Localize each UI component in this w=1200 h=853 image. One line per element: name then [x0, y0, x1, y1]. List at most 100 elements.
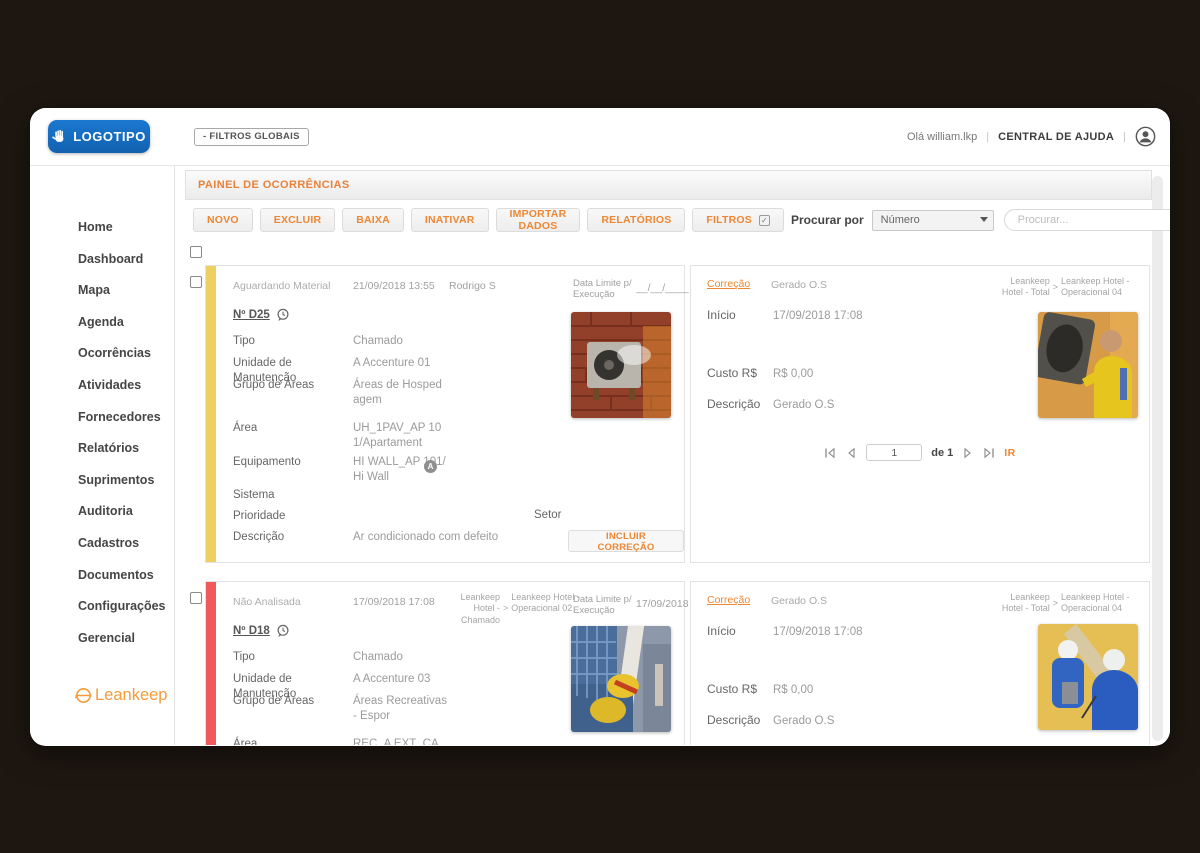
- occurrence-card-right: Correção Gerado O.S Leankeep Hotel - Tot…: [690, 581, 1150, 745]
- user-greeting: Olá william.lkp: [907, 131, 977, 143]
- occurrence-row: Não Analisada 17/09/2018 17:08 Leankeep …: [185, 581, 1152, 745]
- filtros-button[interactable]: FILTROS ✓: [692, 208, 784, 232]
- search-input[interactable]: [1004, 209, 1170, 231]
- breadcrumb-left: Leankeep Hotel - Total: [988, 592, 1050, 615]
- status-stripe-red: [206, 582, 216, 745]
- sidebar: Home Dashboard Mapa Agenda Ocorrências A…: [30, 166, 175, 745]
- custo-label: Custo R$: [707, 366, 773, 380]
- breadcrumb-left: Leankeep Hotel - Chamado: [446, 592, 500, 626]
- custo-value: R$ 0,00: [773, 684, 813, 696]
- breadcrumb-left: Leankeep Hotel - Total: [988, 276, 1050, 299]
- sidebar-item-configuracoes[interactable]: Configurações: [30, 591, 174, 623]
- panel-header: PAINEL DE OCORRÊNCIAS: [185, 170, 1152, 200]
- next-page-button[interactable]: [962, 447, 974, 459]
- panel-title: PAINEL DE OCORRÊNCIAS: [198, 179, 350, 191]
- inicio-value: 17/09/2018 17:08: [773, 310, 863, 322]
- leankeep-logo-icon: [74, 686, 93, 705]
- field-label: Descrição: [233, 530, 353, 545]
- descricao-label: Descrição: [707, 397, 773, 411]
- main-content: PAINEL DE OCORRÊNCIAS NOVO EXCLUIR BAIXA…: [175, 166, 1170, 745]
- field-value: A Accenture 03: [353, 672, 430, 687]
- field-label: Tipo: [233, 334, 353, 349]
- sidebar-item-mapa[interactable]: Mapa: [30, 275, 174, 307]
- relatorios-button[interactable]: RELATÓRIOS: [587, 208, 685, 232]
- go-button[interactable]: IR: [1004, 447, 1016, 459]
- user-avatar-icon[interactable]: [1135, 126, 1156, 147]
- global-filters-button[interactable]: - FILTROS GLOBAIS: [194, 128, 309, 146]
- app-logo[interactable]: LOGOTIPO: [48, 120, 150, 153]
- field-label: Tipo: [233, 650, 353, 665]
- correcao-link[interactable]: Correção: [707, 594, 750, 606]
- custo-value: R$ 0,00: [773, 368, 813, 380]
- filtros-button-label: FILTROS: [706, 214, 752, 226]
- deadline-label: Data Limite p/ Execução: [573, 278, 637, 301]
- occurrence-checkbox[interactable]: [190, 276, 202, 288]
- sidebar-item-documentos[interactable]: Documentos: [30, 560, 174, 592]
- correcao-link[interactable]: Correção: [707, 278, 750, 290]
- excluir-button[interactable]: EXCLUIR: [260, 208, 336, 232]
- setor-label: Setor: [534, 509, 562, 521]
- sidebar-item-cadastros[interactable]: Cadastros: [30, 528, 174, 560]
- topbar: LOGOTIPO - FILTROS GLOBAIS Olá william.l…: [30, 108, 1170, 166]
- field-value: Chamado: [353, 650, 403, 665]
- field-value: UH_1PAV_AP 101/Apartament: [353, 421, 448, 451]
- sidebar-item-ocorrencias[interactable]: Ocorrências: [30, 338, 174, 370]
- inicio-value: 17/09/2018 17:08: [773, 626, 863, 638]
- correction-status: Gerado O.S: [771, 279, 827, 291]
- occurrence-number-link[interactable]: Nº D18: [233, 625, 270, 637]
- scrollbar-track[interactable]: [1152, 176, 1163, 741]
- sidebar-item-fornecedores[interactable]: Fornecedores: [30, 402, 174, 434]
- correction-photo-workers: [1038, 624, 1138, 730]
- inativar-button[interactable]: INATIVAR: [411, 208, 489, 232]
- leankeep-brand[interactable]: Leankeep: [74, 686, 168, 705]
- breadcrumb-right: Leankeep Hotel - Operacional 04: [1061, 592, 1137, 615]
- baixa-button[interactable]: BAIXA: [342, 208, 404, 232]
- page-number-input[interactable]: [866, 444, 922, 461]
- occurrence-photo-plumber: [571, 626, 671, 732]
- last-page-button[interactable]: [983, 447, 995, 459]
- sidebar-item-suprimentos[interactable]: Suprimentos: [30, 465, 174, 497]
- occurrence-card-right: Correção Gerado O.S Leankeep Hotel - Tot…: [690, 265, 1150, 563]
- field-label: Grupo de Áreas: [233, 378, 353, 393]
- incluir-correcao-button[interactable]: INCLUIR CORREÇÃO: [568, 530, 684, 552]
- field-label: Área: [233, 737, 353, 745]
- breadcrumb-separator: >: [503, 603, 508, 614]
- search-field-select[interactable]: Número: [872, 210, 994, 231]
- sidebar-item-auditoria[interactable]: Auditoria: [30, 496, 174, 528]
- occurrence-number-link[interactable]: Nº D25: [233, 309, 270, 321]
- clock-icon: [276, 308, 290, 322]
- occurrence-card-left: Aguardando Material 21/09/2018 13:55 Rod…: [205, 265, 685, 563]
- sidebar-item-home[interactable]: Home: [30, 212, 174, 244]
- occurrence-checkbox[interactable]: [190, 592, 202, 604]
- novo-button[interactable]: NOVO: [193, 208, 253, 232]
- breadcrumb-right: Leankeep Hotel - Operacional 04: [1061, 276, 1137, 299]
- created-datetime: 21/09/2018 13:55: [353, 280, 435, 292]
- equipment-badge-icon: A: [424, 460, 437, 473]
- sidebar-item-atividades[interactable]: Atividades: [30, 370, 174, 402]
- field-value: A Accenture 01: [353, 356, 430, 371]
- occurrences-panel: PAINEL DE OCORRÊNCIAS NOVO EXCLUIR BAIXA…: [185, 170, 1152, 745]
- toolbar: NOVO EXCLUIR BAIXA INATIVAR IMPORTAR DAD…: [185, 208, 1152, 232]
- inicio-label: Início: [707, 624, 773, 638]
- status-text: Não Analisada: [233, 596, 301, 608]
- select-all-checkbox[interactable]: [190, 246, 202, 258]
- field-label: Área: [233, 421, 353, 436]
- assignee-name: Rodrigo S: [449, 280, 496, 292]
- sidebar-item-dashboard[interactable]: Dashboard: [30, 244, 174, 276]
- help-center-link[interactable]: CENTRAL DE AJUDA: [998, 131, 1114, 143]
- created-datetime: 17/09/2018 17:08: [353, 596, 435, 608]
- importar-dados-button[interactable]: IMPORTAR DADOS: [496, 208, 581, 232]
- sidebar-item-relatorios[interactable]: Relatórios: [30, 433, 174, 465]
- breadcrumb: Leankeep Hotel - Chamado > Leankeep Hote…: [446, 592, 587, 626]
- occurrence-row: Aguardando Material 21/09/2018 13:55 Rod…: [185, 265, 1152, 563]
- inicio-label: Início: [707, 308, 773, 322]
- first-page-button[interactable]: [824, 447, 836, 459]
- sidebar-item-gerencial[interactable]: Gerencial: [30, 623, 174, 655]
- sidebar-item-agenda[interactable]: Agenda: [30, 307, 174, 339]
- leankeep-brand-text: Leankeep: [95, 686, 168, 705]
- breadcrumb-separator: >: [1053, 598, 1058, 609]
- prev-page-button[interactable]: [845, 447, 857, 459]
- clock-icon: [276, 624, 290, 638]
- field-value: Ar condicionado com defeito: [353, 530, 498, 545]
- occurrence-card-left: Não Analisada 17/09/2018 17:08 Leankeep …: [205, 581, 685, 745]
